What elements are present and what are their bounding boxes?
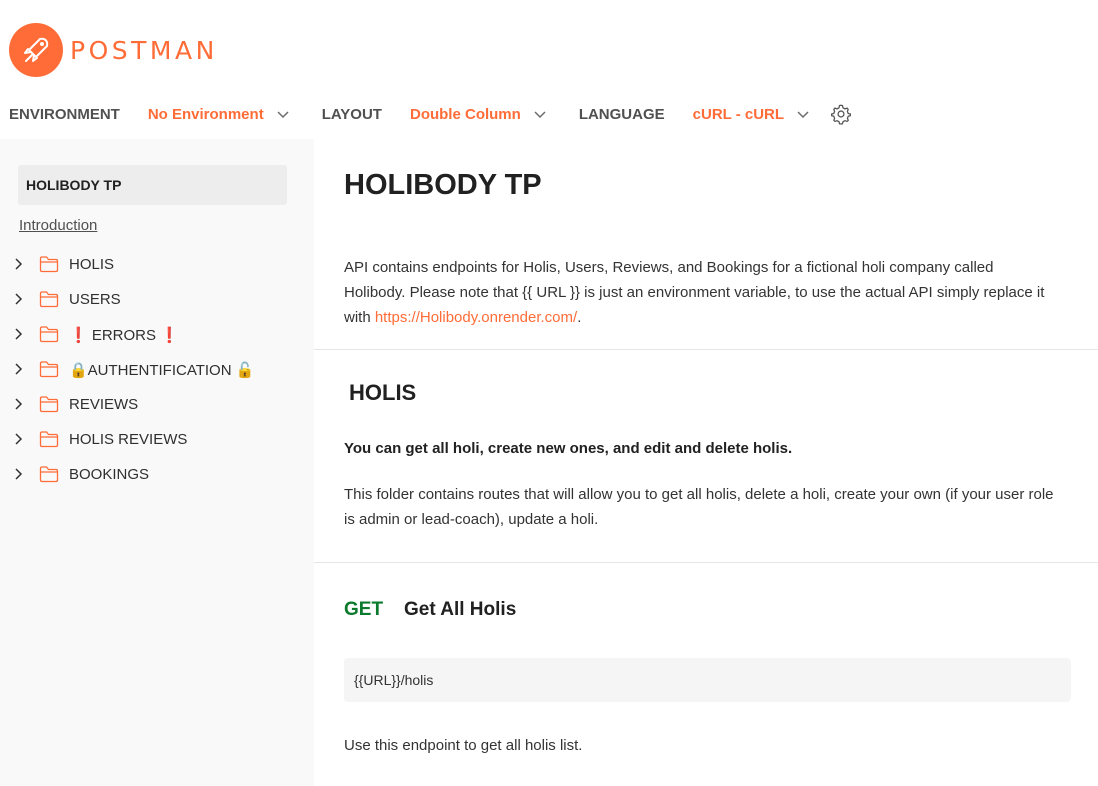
sidebar-item-users[interactable]: USERS bbox=[0, 282, 314, 317]
main-content: HOLIBODY TP API contains endpoints for H… bbox=[314, 139, 1098, 786]
brand-name: POSTMAN bbox=[70, 35, 218, 65]
folder-icon bbox=[39, 466, 59, 483]
environment-dropdown[interactable]: No Environment bbox=[148, 106, 290, 123]
sidebar-item-label: HOLIS REVIEWS bbox=[69, 431, 188, 448]
request-description: Use this endpoint to get all holis list. bbox=[344, 737, 583, 754]
sidebar-item-label: HOLIS bbox=[69, 256, 115, 273]
folder-icon bbox=[39, 291, 59, 308]
sidebar-item-label: ❗ ERRORS ❗ bbox=[69, 327, 179, 344]
language-value: cURL - cURL bbox=[692, 105, 785, 123]
folder-icon bbox=[39, 326, 59, 343]
sidebar-item-label: REVIEWS bbox=[69, 396, 139, 413]
sidebar-item-label: 🔒AUTHENTIFICATION 🔓 bbox=[69, 362, 255, 379]
postman-rocket-icon bbox=[9, 23, 63, 77]
environment-label: ENVIRONMENT bbox=[9, 105, 120, 123]
section-divider bbox=[314, 562, 1098, 563]
sidebar-item-holis-reviews[interactable]: HOLIS REVIEWS bbox=[0, 422, 314, 457]
api-base-url-link[interactable]: https://Holibody.onrender.com/ bbox=[375, 309, 577, 326]
folder-icon bbox=[39, 396, 59, 413]
chevron-right-icon[interactable] bbox=[13, 398, 25, 410]
chevron-down-icon bbox=[534, 111, 546, 119]
sidebar-item-holis[interactable]: HOLIS bbox=[0, 247, 314, 282]
sidebar-folder-list: HOLIS USERS ❗ ERRORS ❗ 🔒AUTHENTIFICATION… bbox=[0, 247, 314, 492]
intro-text: API contains endpoints for Holis, Users,… bbox=[344, 255, 1054, 330]
layout-value: Double Column bbox=[409, 105, 521, 123]
request-method-badge: GET bbox=[344, 599, 384, 620]
chevron-right-icon[interactable] bbox=[13, 328, 25, 340]
folder-icon bbox=[39, 431, 59, 448]
settings-gear-icon[interactable] bbox=[830, 103, 852, 125]
folder-icon bbox=[39, 256, 59, 273]
sidebar-introduction-link[interactable]: Introduction bbox=[19, 217, 97, 234]
chevron-right-icon[interactable] bbox=[13, 468, 25, 480]
chevron-down-icon bbox=[277, 111, 289, 119]
folder-icon bbox=[39, 361, 59, 378]
sidebar-item-reviews[interactable]: REVIEWS bbox=[0, 387, 314, 422]
sidebar-item-authentification[interactable]: 🔒AUTHENTIFICATION 🔓 bbox=[0, 352, 314, 387]
sidebar-item-label: USERS bbox=[69, 291, 121, 308]
page-title: HOLIBODY TP bbox=[344, 169, 542, 201]
folder-summary: You can get all holi, create new ones, a… bbox=[344, 440, 793, 457]
sidebar-collection-title[interactable]: HOLIBODY TP bbox=[18, 165, 287, 205]
request-url[interactable]: {{URL}}/holis bbox=[344, 658, 1071, 702]
sidebar-item-label: BOOKINGS bbox=[69, 466, 150, 483]
language-dropdown[interactable]: cURL - cURL bbox=[693, 106, 810, 123]
intro-text-part2: . bbox=[577, 309, 582, 326]
chevron-right-icon[interactable] bbox=[13, 258, 25, 270]
request-name: Get All Holis bbox=[404, 599, 517, 620]
language-label: LANGUAGE bbox=[578, 105, 665, 123]
layout-dropdown[interactable]: Double Column bbox=[410, 106, 547, 123]
folder-title: HOLIS bbox=[349, 380, 417, 405]
postman-logo[interactable]: POSTMAN bbox=[9, 23, 218, 77]
toolbar: ENVIRONMENT No Environment LAYOUT Double… bbox=[0, 100, 810, 128]
folder-description: This folder contains routes that will al… bbox=[344, 486, 1054, 528]
chevron-right-icon[interactable] bbox=[13, 293, 25, 305]
section-divider bbox=[314, 349, 1098, 350]
sidebar-item-errors[interactable]: ❗ ERRORS ❗ bbox=[0, 317, 314, 352]
layout-label: LAYOUT bbox=[321, 105, 382, 123]
sidebar: HOLIBODY TP Introduction HOLIS USERS ❗ E… bbox=[0, 139, 314, 786]
environment-value: No Environment bbox=[147, 105, 264, 123]
chevron-right-icon[interactable] bbox=[13, 363, 25, 375]
chevron-right-icon[interactable] bbox=[13, 433, 25, 445]
sidebar-item-bookings[interactable]: BOOKINGS bbox=[0, 457, 314, 492]
chevron-down-icon bbox=[797, 111, 809, 119]
